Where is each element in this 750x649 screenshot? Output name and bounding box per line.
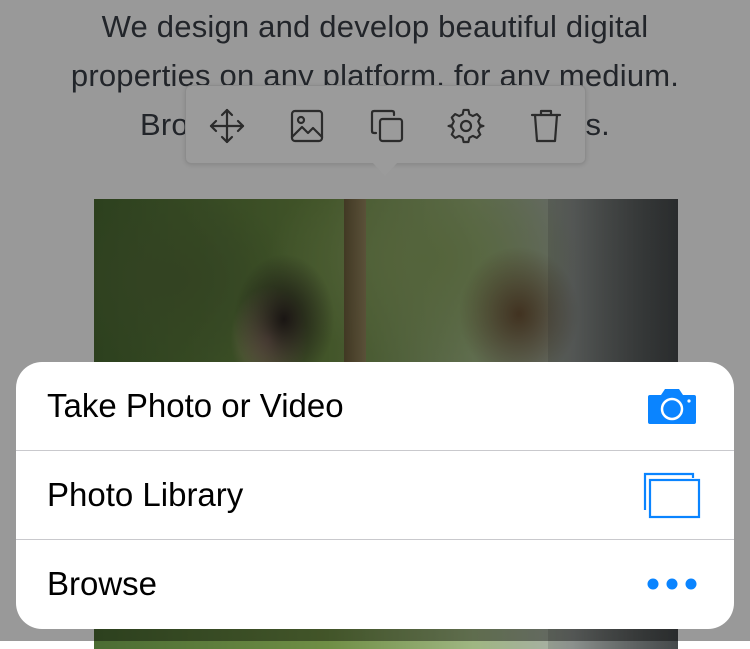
trash-icon xyxy=(527,107,565,145)
move-icon xyxy=(208,107,246,145)
move-button[interactable] xyxy=(205,104,249,148)
replace-image-button[interactable] xyxy=(285,104,329,148)
browse-option[interactable]: Browse xyxy=(16,540,734,628)
gear-icon xyxy=(447,107,485,145)
settings-button[interactable] xyxy=(444,104,488,148)
element-toolbar xyxy=(185,85,586,164)
option-label: Photo Library xyxy=(47,476,244,513)
toolbar-pointer xyxy=(372,162,398,176)
duplicate-icon xyxy=(368,107,406,145)
camera-icon xyxy=(646,362,698,450)
more-icon xyxy=(646,540,698,628)
take-photo-option[interactable]: Take Photo or Video xyxy=(16,362,734,450)
image-icon xyxy=(288,107,326,145)
photo-library-icon xyxy=(642,451,702,539)
delete-button[interactable] xyxy=(524,104,568,148)
option-label: Browse xyxy=(47,565,158,602)
photo-library-option[interactable]: Photo Library xyxy=(16,451,734,539)
duplicate-button[interactable] xyxy=(365,104,409,148)
action-sheet: Take Photo or Video Photo Library Browse xyxy=(16,362,734,629)
option-label: Take Photo or Video xyxy=(47,387,344,424)
